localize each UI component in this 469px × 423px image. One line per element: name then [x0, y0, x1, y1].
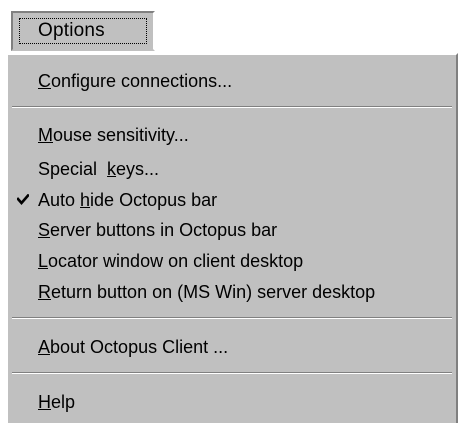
- options-dropdown-menu: Configure connections... Mouse sensitivit…: [6, 53, 458, 423]
- mnemonic-letter: h: [80, 190, 91, 210]
- menu-item-label: Configure connections...: [38, 71, 233, 91]
- menu-item-label: Special keys...: [38, 159, 160, 179]
- menu-item-configure-connections[interactable]: Configure connections...: [8, 66, 456, 96]
- menu-item-about-octopus-client[interactable]: About Octopus Client ...: [8, 332, 456, 362]
- menu-item-locator-window-on-client-desktop[interactable]: Locator window on client desktop: [8, 246, 456, 276]
- menu-item-label: Return button on (MS Win) server desktop: [38, 282, 376, 302]
- menu-item-label: Server buttons in Octopus bar: [38, 220, 278, 240]
- mnemonic-letter: L: [38, 251, 49, 271]
- menu-item-help[interactable]: Help: [8, 387, 456, 417]
- menu-item-label: Mouse sensitivity...: [38, 125, 189, 145]
- check-icon: [17, 185, 35, 215]
- mnemonic-letter: A: [38, 337, 51, 357]
- menu-separator: [12, 106, 452, 108]
- options-menu-button[interactable]: Options: [11, 11, 155, 51]
- mnemonic-letter: k: [107, 159, 117, 179]
- mnemonic-letter: R: [38, 282, 51, 302]
- menu-separator: [12, 372, 452, 374]
- mnemonic-letter: C: [38, 71, 51, 91]
- mnemonic-letter: S: [38, 220, 51, 240]
- menu-item-label: Auto hide Octopus bar: [38, 190, 218, 210]
- menu-item-label: Locator window on client desktop: [38, 251, 304, 271]
- menu-item-label: About Octopus Client ...: [38, 337, 229, 357]
- menu-separator: [12, 317, 452, 319]
- menu-item-special-keys[interactable]: Special keys...: [8, 154, 456, 184]
- mnemonic-letter: H: [38, 392, 51, 412]
- menu-item-return-button-on-ms-win-server-desktop[interactable]: Return button on (MS Win) server desktop: [8, 277, 456, 307]
- menu-item-mouse-sensitivity[interactable]: Mouse sensitivity...: [8, 120, 456, 150]
- screen: Options Configure connections... Mouse se…: [0, 0, 469, 423]
- menu-item-server-buttons-in-octopus-bar[interactable]: Server buttons in Octopus bar: [8, 215, 456, 245]
- mnemonic-letter: M: [38, 125, 53, 145]
- menu-item-auto-hide-octopus-bar[interactable]: Auto hide Octopus bar: [8, 185, 456, 215]
- options-menu-label: Options: [38, 20, 105, 41]
- menu-item-label: Help: [38, 392, 76, 412]
